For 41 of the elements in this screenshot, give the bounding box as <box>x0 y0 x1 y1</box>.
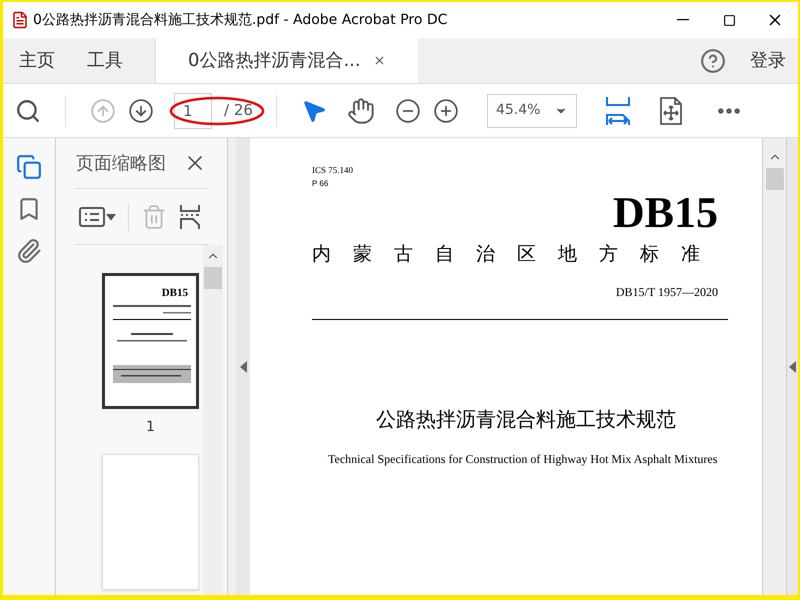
standard-code: DB15 <box>612 190 718 236</box>
pdf-file-icon <box>11 11 29 29</box>
fit-page-icon[interactable] <box>659 96 683 126</box>
standard-number: DB15/T 1957—2020 <box>616 284 718 300</box>
pages-icon[interactable] <box>16 154 42 180</box>
collapse-left-icon[interactable] <box>240 360 246 372</box>
thumbnail-page-number: 1 <box>146 418 155 437</box>
thumbnail-options-icon[interactable] <box>78 204 116 228</box>
hand-icon[interactable] <box>347 96 375 124</box>
standard-authority: 内蒙古自治区地方标准 <box>312 242 723 267</box>
panel-title: 页面缩略图 <box>76 152 166 176</box>
help-icon[interactable] <box>700 48 726 74</box>
zoom-out-icon[interactable] <box>395 98 421 124</box>
maximize-icon <box>722 14 736 26</box>
zoom-dropdown[interactable]: 45.4% <box>487 94 577 128</box>
collapse-right-icon[interactable] <box>789 360 796 372</box>
search-icon[interactable] <box>15 98 41 124</box>
panel-scrollbar[interactable] <box>203 245 223 595</box>
page-total: / 26 <box>224 100 254 122</box>
scroll-thumb[interactable] <box>766 168 784 190</box>
page-thumbnail[interactable] <box>102 454 199 590</box>
minimize-icon <box>677 19 689 21</box>
zoom-in-icon[interactable] <box>433 98 459 124</box>
document-subtitle: Technical Specifications for Construction of Highway Hot Mix Asphalt Mixtures <box>328 450 718 468</box>
tab-close-icon[interactable] <box>372 54 386 67</box>
tab[interactable]: 主页 <box>3 38 71 83</box>
paperclip-icon[interactable] <box>16 238 42 264</box>
insert-page-icon[interactable] <box>179 202 201 230</box>
thumbnail-heading: DB15 <box>162 288 188 299</box>
page-thumbnail[interactable]: DB15 <box>102 273 199 409</box>
fit-width-icon[interactable] <box>605 94 631 126</box>
document-title: 公路热拌沥青混合料施工技术规范 <box>375 406 676 432</box>
window-title: 0公路热拌沥青混合料施工技术规范.pdf - Adobe Acrobat Pro DC <box>33 10 448 30</box>
scroll-thumb[interactable] <box>204 267 222 289</box>
ccs-code: P 66 <box>312 178 330 190</box>
login-button[interactable]: 登录 <box>750 47 786 74</box>
tab[interactable]: 0公路热拌沥青混合... <box>155 38 418 83</box>
document-scrollbar[interactable] <box>762 138 786 595</box>
next-page-icon[interactable] <box>128 98 154 124</box>
tab[interactable]: 工具 <box>71 38 139 83</box>
ics-code: ICS 75.140 <box>312 164 354 177</box>
